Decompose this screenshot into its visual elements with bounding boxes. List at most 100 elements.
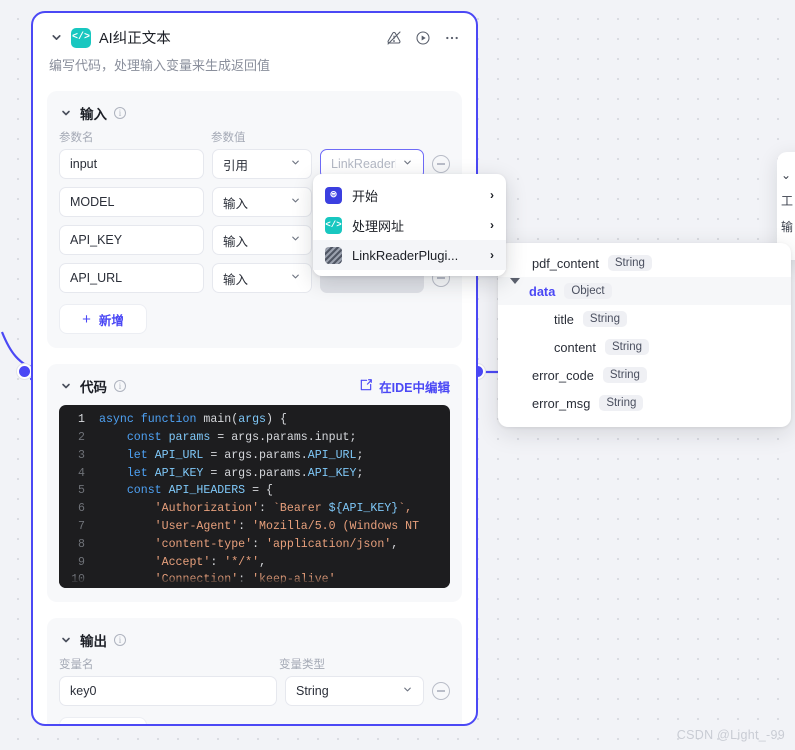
code-line-number: 9 xyxy=(78,555,85,569)
chevron-down-icon xyxy=(402,684,413,698)
collapse-chevron-icon[interactable] xyxy=(49,31,63,45)
input-param-name-field[interactable]: API_URL xyxy=(59,263,204,294)
output-collapse-chevron-icon[interactable] xyxy=(59,633,73,647)
input-col-name-label: 参数名 xyxy=(59,132,94,145)
output-variable-name-field[interactable]: key0 xyxy=(59,676,277,707)
input-add-button[interactable]: + 新增 xyxy=(59,304,147,335)
node-input-port[interactable] xyxy=(17,364,32,379)
input-param-type-select[interactable]: 输入 xyxy=(212,225,312,256)
output-section-header: 输出 i xyxy=(59,630,450,650)
code-fade-overlay xyxy=(59,576,450,589)
variable-row[interactable]: content String xyxy=(498,333,791,361)
variable-name: content xyxy=(554,339,596,355)
input-collapse-chevron-icon[interactable] xyxy=(59,106,73,120)
edit-in-ide-link[interactable]: 在IDE中编辑 xyxy=(359,377,450,396)
input-param-name-field[interactable]: MODEL xyxy=(59,187,204,218)
dropdown-item-1[interactable]: ⊜ 开始 › xyxy=(313,180,506,210)
code-line: 6 'Authorization': `Bearer ${API_KEY}`, xyxy=(59,500,450,518)
code-line: 9 'Accept': '*/*', xyxy=(59,554,450,572)
code-line-text: 'Authorization': `Bearer ${API_KEY}`, xyxy=(154,502,413,516)
variable-name: title xyxy=(554,311,574,327)
offscreen-panel-line: 工 xyxy=(781,194,794,208)
output-col-type-label: 变量类型 xyxy=(279,659,325,672)
node-title: AI纠正文本 xyxy=(99,31,171,47)
code-line-text: async function main(args) { xyxy=(99,413,287,427)
output-remove-row-button[interactable] xyxy=(432,682,450,701)
output-add-label: 新增 xyxy=(99,723,124,724)
code-line-text: 'content-type': 'application/json', xyxy=(154,537,399,551)
plugin-image-icon xyxy=(325,246,342,264)
code-line-text: 'User-Agent': 'Mozilla/5.0 (Windows NT xyxy=(154,519,420,533)
input-value-text: LinkReaderPlu xyxy=(331,157,396,172)
code-collapse-chevron-icon[interactable] xyxy=(59,379,73,393)
variable-tree-panel[interactable]: pdf_content Stringdata Object title String co… xyxy=(498,243,791,427)
code-line-text: const params = args.params.input; xyxy=(126,430,357,444)
variable-type-badge: String xyxy=(582,311,627,327)
input-param-name-field[interactable]: input xyxy=(59,149,204,180)
variable-name: data xyxy=(529,283,556,299)
variable-row[interactable]: error_msg String xyxy=(498,389,791,417)
code-line: 4 let API_KEY = args.params.API_KEY; xyxy=(59,465,450,483)
chevron-right-icon: › xyxy=(490,218,494,232)
chevron-down-icon xyxy=(402,157,413,171)
chevron-right-icon: › xyxy=(490,248,494,262)
output-variable-row: key0 String xyxy=(59,676,450,707)
node-header-actions xyxy=(386,30,460,46)
variable-row[interactable]: pdf_content String xyxy=(498,249,791,277)
input-col-value-label: 参数值 xyxy=(211,132,246,145)
edit-in-ide-label: 在IDE中编辑 xyxy=(379,380,450,395)
input-param-type-select[interactable]: 输入 xyxy=(212,187,312,218)
plus-icon: + xyxy=(82,724,91,725)
output-section-title: 输出 xyxy=(80,634,107,650)
variable-type-badge: String xyxy=(599,395,644,411)
input-column-labels: 参数名 参数值 xyxy=(59,129,450,145)
watermark: CSDN @Light_-99 xyxy=(676,728,785,742)
code-line-text: const API_HEADERS = { xyxy=(126,484,273,498)
info-icon[interactable]: i xyxy=(114,107,126,120)
dropdown-item-label: 处理网址 xyxy=(352,218,405,234)
expand-triangle-icon[interactable] xyxy=(510,277,520,299)
code-line-text: let API_URL = args.params.API_URL; xyxy=(126,448,364,462)
node-description: 编写代码，处理输入变量来生成返回值 xyxy=(49,58,271,73)
code-section-title: 代码 xyxy=(80,380,107,396)
dropdown-item-2[interactable]: </> 处理网址 › xyxy=(313,210,506,240)
input-add-label: 新增 xyxy=(98,313,124,328)
code-line-number: 5 xyxy=(78,484,85,498)
dropdown-item-label: LinkReaderPlugi... xyxy=(352,247,459,263)
output-add-button[interactable]: + 新增 xyxy=(59,717,147,725)
code-line: 7 'User-Agent': 'Mozilla/5.0 (Windows NT xyxy=(59,518,450,536)
output-col-name-label: 变量名 xyxy=(59,659,94,672)
code-line: 8 'content-type': 'application/json', xyxy=(59,536,450,554)
variable-row[interactable]: error_code String xyxy=(498,361,791,389)
variable-type-badge: String xyxy=(602,367,647,383)
input-param-type-label: 输入 xyxy=(223,272,249,287)
input-param-name-field[interactable]: API_KEY xyxy=(59,225,204,256)
code-line-number: 3 xyxy=(78,448,85,462)
plus-icon: + xyxy=(82,310,91,328)
more-icon[interactable] xyxy=(444,30,460,46)
input-param-type-select[interactable]: 引用 xyxy=(212,149,312,180)
output-variable-type-select[interactable]: String xyxy=(285,676,424,707)
code-line-number: 7 xyxy=(78,519,85,533)
input-section-title: 输入 xyxy=(80,107,107,123)
code-section: 代码 i 在IDE中编辑 1 async function main(args) … xyxy=(47,364,462,603)
code-node-card[interactable]: </> AI纠正文本 编写代码，处理输入变量来生成返回值 输入 i 参数名 参数… xyxy=(31,11,478,726)
dropdown-item-3[interactable]: LinkReaderPlugi... › xyxy=(313,240,506,270)
variable-name: error_code xyxy=(532,367,594,383)
edit-pencil-icon xyxy=(359,378,373,395)
variable-row[interactable]: title String xyxy=(498,305,791,333)
input-remove-row-button[interactable] xyxy=(432,155,450,174)
variable-row[interactable]: data Object xyxy=(498,277,791,305)
alert-off-icon[interactable] xyxy=(386,30,402,46)
reference-dropdown-menu[interactable]: ⊜ 开始 › </> 处理网址 › LinkReaderPlugi... › xyxy=(313,174,506,276)
code-icon: </> xyxy=(325,216,342,234)
input-param-type-select[interactable]: 输入 xyxy=(212,263,312,294)
run-icon[interactable] xyxy=(415,30,431,46)
chevron-right-icon: › xyxy=(490,188,494,202)
code-line: 5 const API_HEADERS = { xyxy=(59,482,450,500)
info-icon[interactable]: i xyxy=(114,634,126,647)
code-editor[interactable]: 1 async function main(args) {2 const para… xyxy=(59,405,450,589)
info-icon[interactable]: i xyxy=(114,380,126,393)
chevron-down-icon xyxy=(290,157,301,171)
variable-type-badge: Object xyxy=(564,283,612,299)
